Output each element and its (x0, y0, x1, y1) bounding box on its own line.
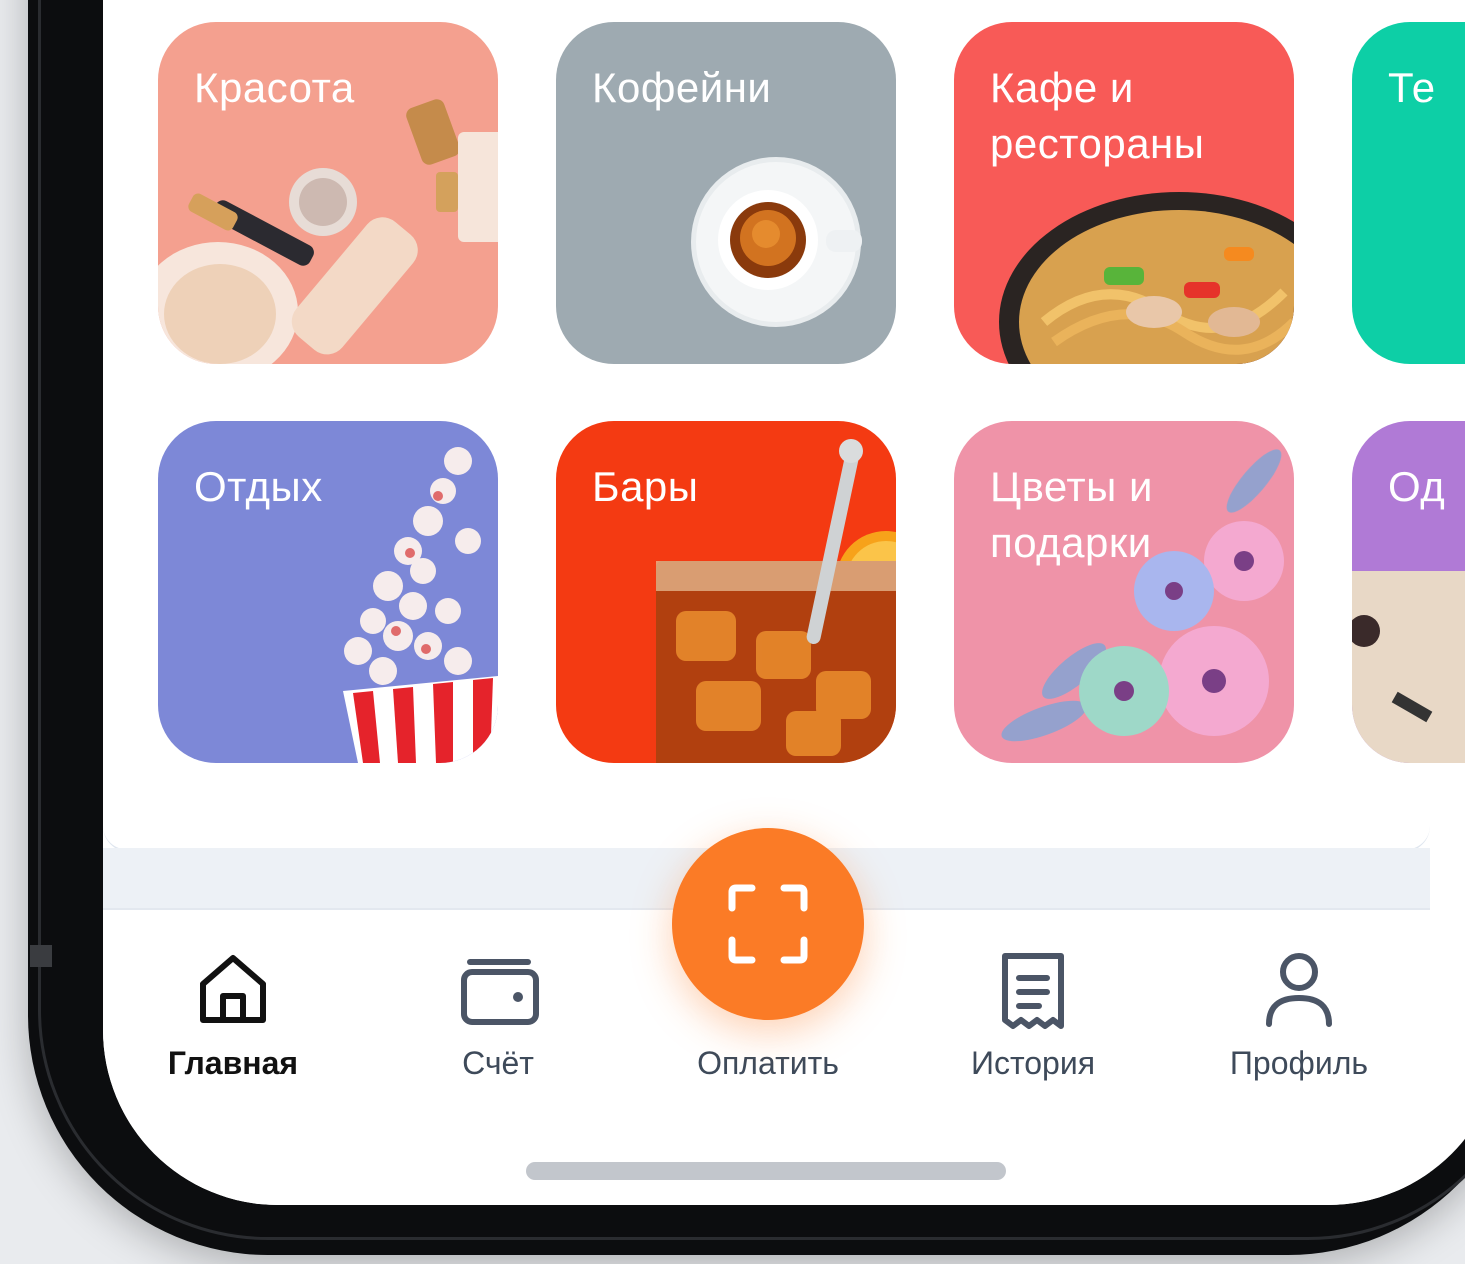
home-indicator[interactable] (526, 1162, 1006, 1180)
phone-side-button (30, 945, 52, 967)
category-tile-coffee[interactable]: Кофейни (556, 22, 896, 364)
nav-label: Оплатить (697, 1045, 839, 1081)
nav-item-home[interactable]: Главная (113, 910, 353, 1090)
category-label: Кофейни (592, 64, 772, 111)
category-tile-bars[interactable]: Бары (556, 421, 896, 763)
nav-label: Счёт (462, 1045, 534, 1081)
category-tile-partial-1[interactable]: Те (1352, 22, 1465, 364)
wallet-icon (460, 950, 539, 1026)
nav-label: Профиль (1229, 1045, 1369, 1081)
pay-scan-button[interactable] (672, 828, 864, 1020)
home-icon (195, 950, 271, 1026)
nav-label: Главная (167, 1045, 299, 1081)
category-tile-beauty[interactable]: Красота (158, 22, 498, 364)
category-tile-leisure[interactable]: Отдых (158, 421, 498, 763)
nav-item-history[interactable]: История (913, 910, 1153, 1090)
nav-item-account[interactable]: Счёт (378, 910, 618, 1090)
nav-item-profile[interactable]: Профиль (1179, 910, 1419, 1090)
person-icon (1261, 950, 1337, 1027)
category-tile-partial-2[interactable]: Од (1352, 421, 1465, 763)
category-label: Те (1388, 64, 1436, 111)
category-tile-restaurants[interactable]: Кафе и рестораны (954, 22, 1294, 364)
nav-label: История (970, 1045, 1096, 1081)
categories-card: Красота Кофейни Кафе и рестораны Те Отды… (103, 0, 1465, 852)
scan-icon (728, 884, 808, 964)
category-label: Кафе и рестораны (990, 64, 1205, 167)
receipt-icon (995, 950, 1071, 1029)
category-label: Отдых (194, 463, 323, 510)
app-screen: Красота Кофейни Кафе и рестораны Те Отды… (103, 0, 1465, 1205)
category-label: Цветы и подарки (990, 463, 1153, 566)
category-label: Красота (194, 64, 355, 111)
category-label: Од (1388, 463, 1446, 510)
category-label: Бары (592, 463, 699, 510)
category-tile-flowers[interactable]: Цветы и подарки (954, 421, 1294, 763)
